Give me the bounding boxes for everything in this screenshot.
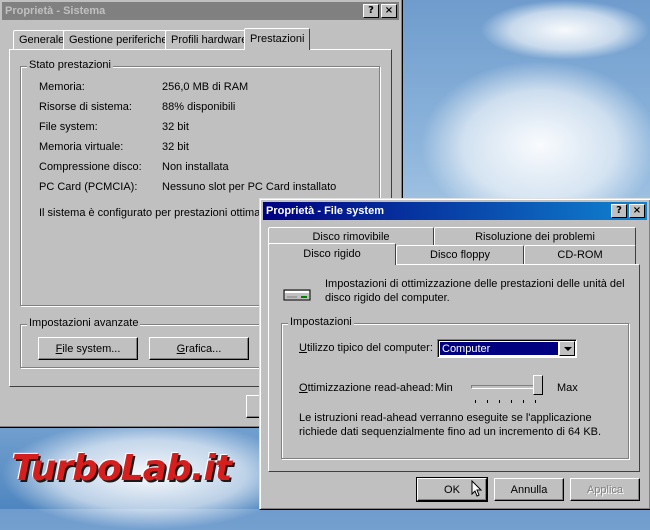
hard-disk-icon <box>283 289 311 301</box>
grafica-button[interactable]: Grafica... <box>149 337 249 360</box>
background-cloud <box>480 0 650 60</box>
slider-min-label: Min <box>435 382 453 394</box>
slider-tick <box>475 400 476 403</box>
row-label: Compressione disco: <box>39 161 142 173</box>
advanced-group-title: Impostazioni avanzate <box>27 317 141 329</box>
row-label: File system: <box>39 121 98 133</box>
readahead-accel: O <box>299 382 308 394</box>
slider-tick <box>523 400 524 403</box>
row-value: 32 bit <box>162 141 189 153</box>
row-value: Non installata <box>162 161 229 173</box>
status-group-title: Stato prestazioni <box>27 59 113 71</box>
row-label: Memoria virtuale: <box>39 141 124 153</box>
tab-gestione-periferiche[interactable]: Gestione periferiche <box>63 30 174 50</box>
usage-label: Utilizzo tipico del computer: <box>299 342 433 354</box>
readahead-note: Le istruzioni read-ahead verranno esegui… <box>299 412 602 438</box>
usage-accel: U <box>299 342 307 354</box>
settings-group-title: Impostazioni <box>288 316 354 328</box>
slider-max-label: Max <box>557 382 578 394</box>
readahead-label: Ottimizzazione read-ahead: <box>299 382 434 394</box>
filesystem-label: ile system... <box>62 343 121 355</box>
mouse-cursor-icon <box>471 479 483 501</box>
slider-tick <box>499 400 500 403</box>
readahead-label-text: ttimizzazione read-ahead: <box>307 382 434 394</box>
usage-select[interactable]: Computer <box>437 339 577 358</box>
filesystem-properties-window: Proprietà - File system ? × Disco rimovi… <box>259 198 650 510</box>
disco-rigido-panel: Impostazioni di ottimizzazione delle pre… <box>268 264 640 472</box>
turbolab-logo: TurboLab.it <box>12 448 232 489</box>
tab-disco-floppy[interactable]: Disco floppy <box>396 245 524 265</box>
close-button[interactable]: × <box>381 4 397 18</box>
row-label: Risorse di sistema: <box>39 101 132 113</box>
cancel-label: Annulla <box>510 484 548 496</box>
row-value: 88% disponibili <box>162 101 236 113</box>
system-window-title: Proprietà - Sistema <box>5 5 106 17</box>
row-label: Memoria: <box>39 81 85 93</box>
close-button[interactable]: × <box>629 204 645 218</box>
cancel-button[interactable]: Annulla <box>494 478 564 501</box>
tab-prestazioni[interactable]: Prestazioni <box>244 28 311 50</box>
apply-label: Applica <box>586 484 624 496</box>
fs-window-titlebar[interactable]: Proprietà - File system ? × <box>263 202 647 220</box>
row-value: 32 bit <box>162 121 189 133</box>
help-button[interactable]: ? <box>611 204 627 218</box>
slider-tick <box>487 400 488 403</box>
usage-label-text: tilizzo tipico del computer: <box>306 342 433 354</box>
filesystem-button[interactable]: File system... <box>38 337 138 360</box>
tab-disco-rigido[interactable]: Disco rigido <box>268 243 396 265</box>
ok-label: OK <box>444 484 460 496</box>
tab-generale[interactable]: Generale <box>13 30 71 50</box>
slider-tick <box>511 400 512 403</box>
description-text: Impostazioni di ottimizzazione delle pre… <box>325 278 625 304</box>
grafica-label: rafica... <box>185 343 222 355</box>
chevron-down-icon[interactable] <box>559 341 575 356</box>
slider-tick <box>535 400 536 403</box>
help-button[interactable]: ? <box>363 4 379 18</box>
tab-risoluzione-problemi[interactable]: Risoluzione dei problemi <box>434 227 636 247</box>
row-label: PC Card (PCMCIA): <box>39 181 138 193</box>
usage-select-value: Computer <box>440 342 558 355</box>
status-message: Il sistema è configurato per prestazioni… <box>39 207 269 219</box>
row-value: Nessuno slot per PC Card installato <box>162 181 337 193</box>
tab-cd-rom[interactable]: CD-ROM <box>524 245 636 265</box>
row-value: 256,0 MB di RAM <box>162 81 249 93</box>
system-window-titlebar[interactable]: Proprietà - Sistema ? × <box>2 2 399 20</box>
grafica-accel: G <box>176 343 186 355</box>
fs-window-title: Proprietà - File system <box>266 205 384 217</box>
readahead-slider-thumb[interactable] <box>533 375 543 395</box>
tab-profili-hardware[interactable]: Profili hardware <box>165 30 254 50</box>
apply-button[interactable]: Applica <box>570 478 640 501</box>
